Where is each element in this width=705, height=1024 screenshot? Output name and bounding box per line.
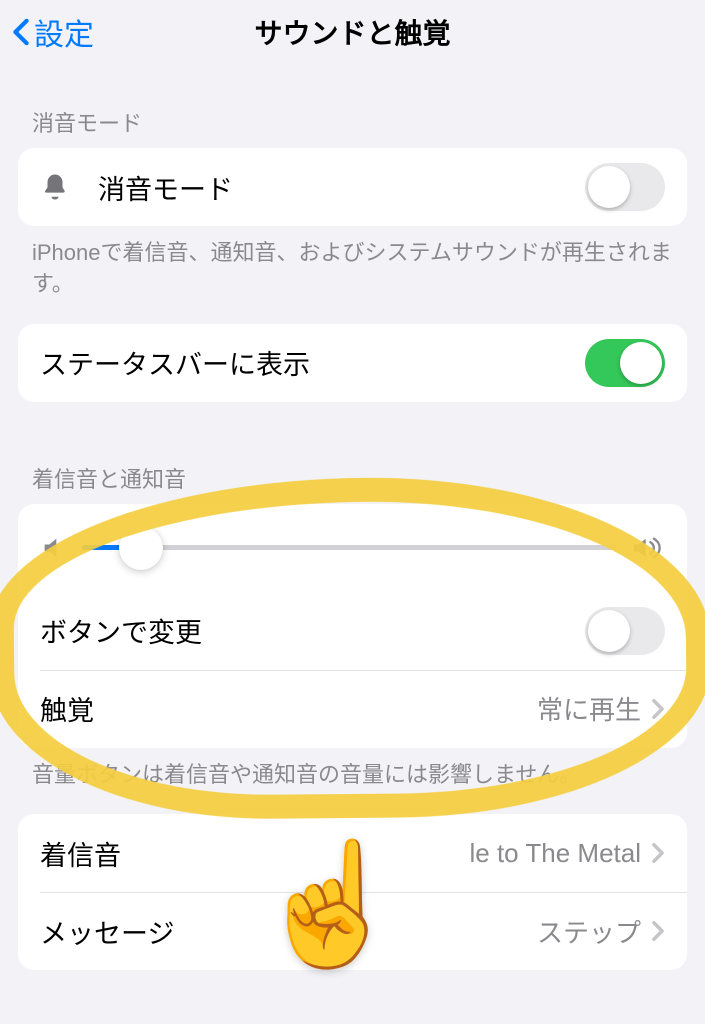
back-button[interactable]: 設定 [12,10,94,54]
back-label: 設定 [34,10,94,54]
group-sounds: 着信音 le to The Metal メッセージ ステップ [18,814,687,970]
volume-low-icon [40,534,68,562]
bell-icon [40,172,70,202]
haptics-value: 常に再生 [537,690,641,727]
group-ringer: ボタンで変更 触覚 常に再生 [18,504,687,748]
row-ringtone[interactable]: 着信音 le to The Metal [18,814,687,892]
row-volume-slider[interactable] [18,504,687,592]
silent-label: 消音モード [98,168,585,207]
row-haptics[interactable]: 触覚 常に再生 [18,670,687,748]
page-title: サウンドと触覚 [254,12,450,52]
message-label: メッセージ [40,912,537,951]
section-header-silent: 消音モード [0,64,705,148]
group-silent: 消音モード [18,148,687,226]
message-value: ステップ [537,913,641,950]
haptics-label: 触覚 [40,689,537,728]
buttons-toggle[interactable] [585,607,665,655]
row-silent-mode[interactable]: 消音モード [18,148,687,226]
slider-thumb[interactable] [119,526,163,570]
buttons-label: ボタンで変更 [40,611,585,650]
chevron-right-icon [651,842,665,864]
ringer-footer: 音量ボタンは着信音や通知音の音量には影響しません。 [0,748,705,791]
chevron-right-icon [651,698,665,720]
ringtone-label: 着信音 [40,834,469,873]
volume-high-icon [631,534,665,562]
volume-slider[interactable] [82,545,617,550]
chevron-left-icon [12,18,30,46]
row-show-statusbar[interactable]: ステータスバーに表示 [18,324,687,402]
ringtone-value: le to The Metal [469,838,641,869]
silent-toggle[interactable] [585,163,665,211]
chevron-right-icon [651,920,665,942]
silent-footer: iPhoneで着信音、通知音、およびシステムサウンドが再生されます。 [0,226,705,300]
group-statusbar: ステータスバーに表示 [18,324,687,402]
statusbar-label: ステータスバーに表示 [40,343,585,382]
row-change-with-buttons[interactable]: ボタンで変更 [18,592,687,670]
statusbar-toggle[interactable] [585,339,665,387]
row-message[interactable]: メッセージ ステップ [18,892,687,970]
section-header-ringer: 着信音と通知音 [0,402,705,504]
